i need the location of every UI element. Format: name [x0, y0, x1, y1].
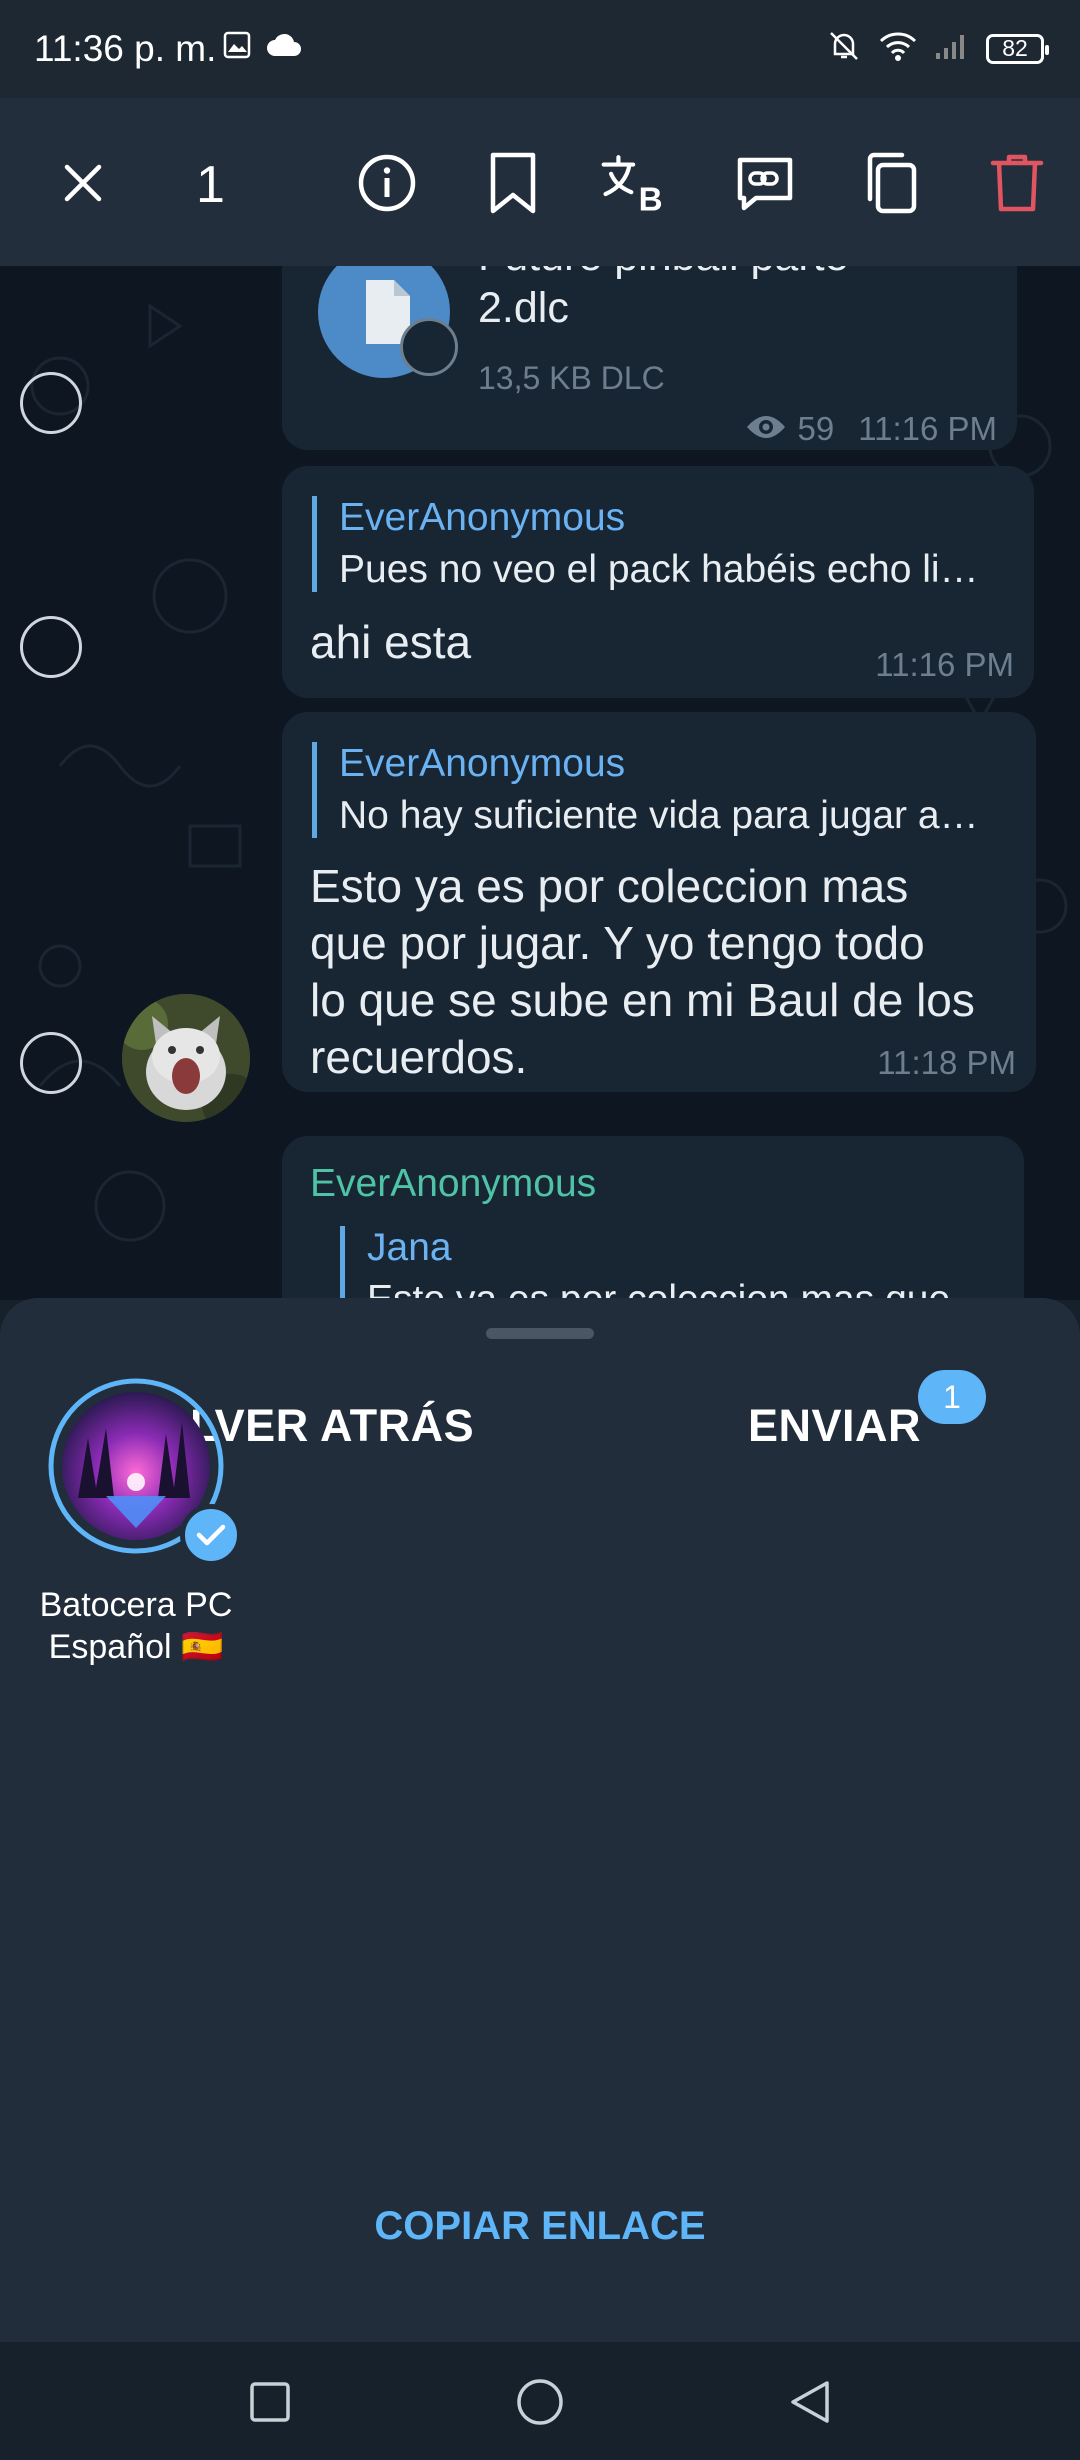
battery-icon: 82	[986, 33, 1049, 64]
select-circle[interactable]	[20, 372, 82, 434]
reply-message-bubble[interactable]: EverAnonymous Pues no veo el pack habéis…	[282, 466, 1034, 698]
bookmark-icon[interactable]	[478, 148, 548, 218]
svg-text:B: B	[639, 182, 663, 215]
message-time: 11:18 PM	[877, 1044, 1016, 1081]
wifi-icon	[878, 30, 918, 67]
reply-snippet: Pues no veo el pack habéis echo li…	[339, 548, 979, 591]
reply-quote[interactable]: EverAnonymous No hay suficiente vida par…	[312, 742, 979, 838]
message-sender-name: EverAnonymous	[310, 1162, 597, 1205]
file-message-bubble[interactable]: Future pinball parte 2.dlc 13,5 KB DLC 5…	[282, 266, 1017, 450]
reply-quote[interactable]: Jana Esto ya es por coleccion mas que...	[340, 1226, 983, 1300]
reply-quote[interactable]: EverAnonymous Pues no veo el pack habéis…	[312, 496, 979, 592]
message-text-line: recuerdos.	[310, 1031, 528, 1083]
reply-sender-name: EverAnonymous	[339, 496, 626, 539]
status-time: 11:36 p. m.	[34, 28, 217, 69]
message-time: 11:16 PM	[858, 410, 997, 447]
message-text-line: lo que se sube en mi Baul de los	[310, 974, 975, 1026]
send-button[interactable]: ENVIAR	[748, 1400, 921, 1452]
status-bar: 11:36 p. m. 82	[0, 0, 1080, 98]
reply-message-bubble[interactable]: EverAnonymous Jana Esto ya es por colecc…	[282, 1136, 1024, 1300]
eye-icon	[745, 413, 787, 446]
message-text-line: que por jugar. Y yo tengo todo	[310, 917, 925, 969]
image-icon	[222, 30, 252, 65]
copy-link-button[interactable]: COPIAR ENLACE	[0, 2204, 1080, 2249]
selected-count: 1	[196, 156, 225, 214]
reply-sender-name: EverAnonymous	[339, 742, 626, 785]
reply-sender-name: Jana	[367, 1226, 452, 1269]
send-count-badge: 1	[918, 1370, 986, 1424]
select-overlay-circle	[400, 318, 458, 376]
file-name-line1: Future pinball parte	[478, 266, 849, 282]
message-text: ahi esta	[310, 616, 472, 668]
select-circle[interactable]	[20, 616, 82, 678]
message-time: 11:16 PM	[875, 646, 1014, 683]
selection-action-bar: 1 B	[0, 98, 1080, 266]
view-count: 59	[797, 410, 835, 447]
avatar[interactable]	[122, 994, 250, 1122]
home-icon[interactable]	[510, 2372, 570, 2432]
chat-name-line1: Batocera PC	[39, 1586, 233, 1624]
message-text-line: Esto ya es por coleccion mas	[310, 860, 909, 912]
reply-snippet: Esto ya es por coleccion mas que...	[367, 1278, 983, 1300]
delete-icon[interactable]	[982, 148, 1052, 218]
reply-snippet: No hay suficiente vida para jugar a…	[339, 794, 979, 837]
select-circle[interactable]	[20, 1032, 82, 1094]
share-bottom-sheet: VOLVER ATRÁS ENVIAR 1 Batocera PC Españo…	[0, 1298, 1080, 2342]
recents-icon[interactable]	[240, 2372, 300, 2432]
bell-off-icon	[826, 28, 862, 69]
chat-name-line2: Español 🇪🇸	[48, 1628, 224, 1666]
close-icon[interactable]	[48, 148, 118, 218]
signal-icon	[934, 31, 970, 66]
file-name-line2: 2.dlc	[478, 284, 569, 332]
system-nav-bar	[0, 2342, 1080, 2460]
copy-icon[interactable]	[856, 148, 926, 218]
info-icon[interactable]	[352, 148, 422, 218]
link-message-icon[interactable]	[730, 148, 800, 218]
check-icon	[180, 1504, 242, 1566]
file-meta: 13,5 KB DLC	[478, 360, 665, 396]
back-icon[interactable]	[780, 2372, 840, 2432]
sheet-grabber[interactable]	[486, 1328, 594, 1339]
reply-message-bubble[interactable]: EverAnonymous No hay suficiente vida par…	[282, 712, 1036, 1092]
translate-icon[interactable]: B	[600, 148, 670, 218]
chat-area[interactable]: Future pinball parte 2.dlc 13,5 KB DLC 5…	[0, 266, 1080, 1300]
cloud-icon	[266, 32, 302, 63]
